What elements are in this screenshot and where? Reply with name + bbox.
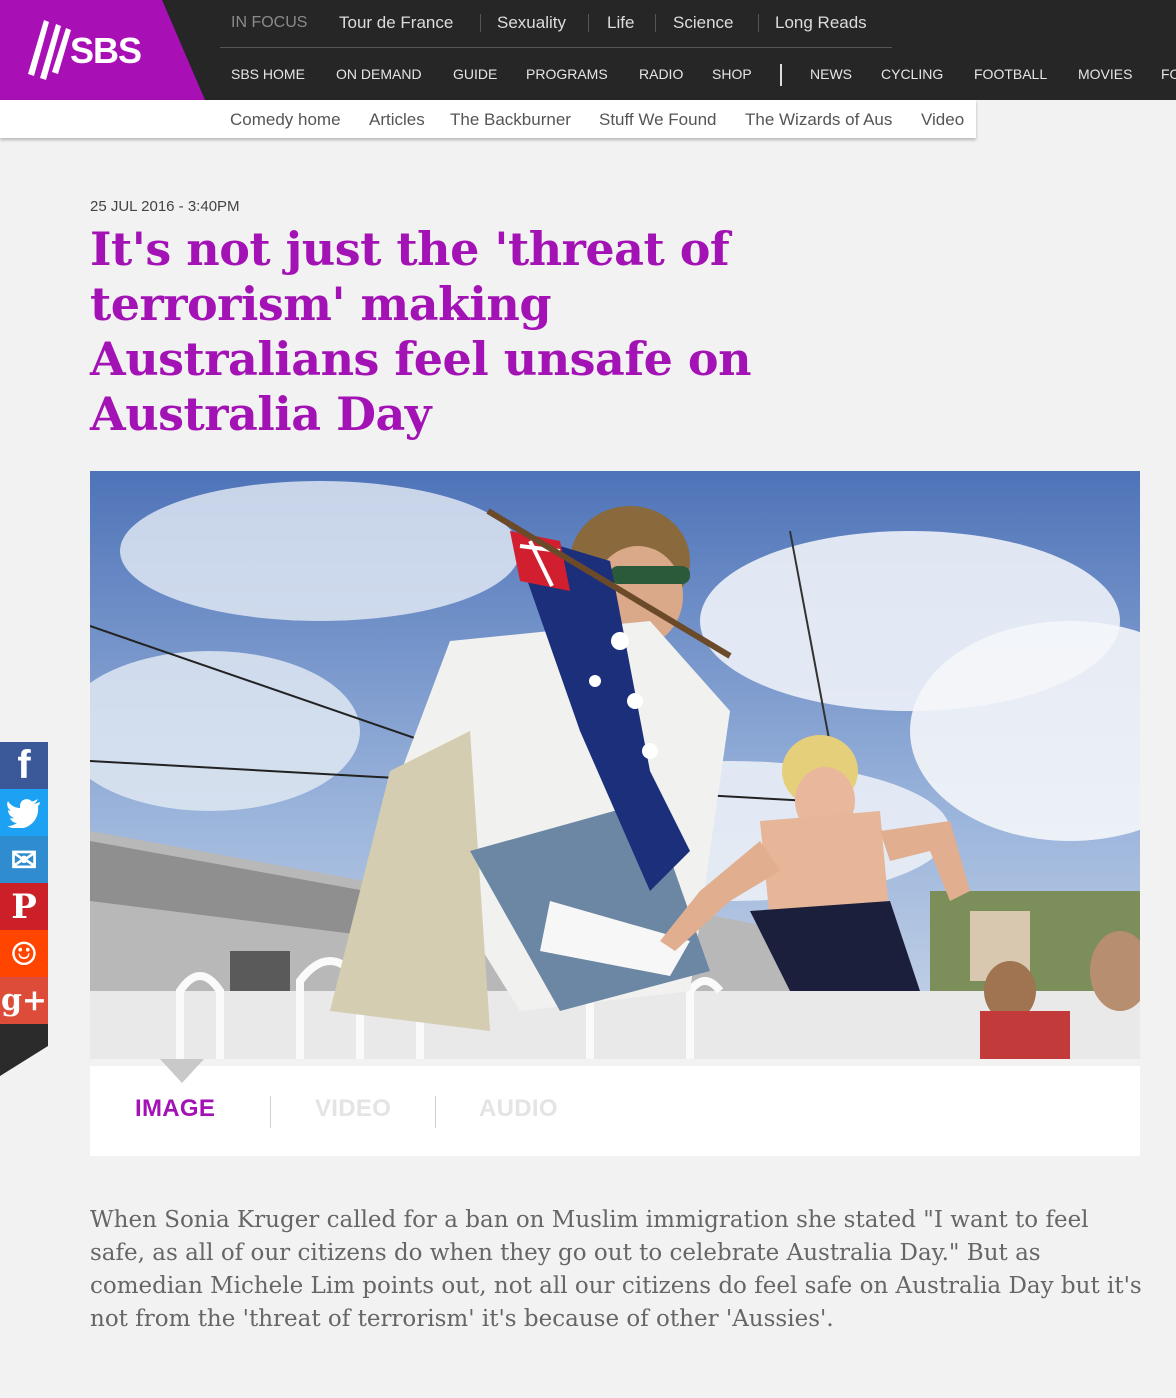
site-header: SBS IN FOCUS Tour de France Sexuality Li…	[0, 0, 1176, 100]
divider	[588, 14, 589, 32]
tab-divider	[435, 1096, 436, 1128]
share-rail-tail	[0, 1024, 48, 1076]
nav-shop[interactable]: SHOP	[712, 66, 752, 82]
nav-radio[interactable]: RADIO	[639, 66, 683, 82]
nav-on-demand[interactable]: ON DEMAND	[336, 66, 422, 82]
share-rail: f ✉ P ☺ g+	[0, 742, 48, 1076]
subnav-comedy-home[interactable]: Comedy home	[230, 110, 341, 130]
email-share-button[interactable]: ✉	[0, 836, 48, 883]
in-focus-label: IN FOCUS	[231, 14, 308, 31]
comedy-subnav: Comedy home Articles The Backburner Stuf…	[0, 100, 976, 138]
nav-cycling[interactable]: CYCLING	[881, 66, 943, 82]
google-plus-icon: g+	[0, 983, 48, 1018]
sbs-logo[interactable]: SBS	[0, 0, 205, 100]
nav-divider	[780, 64, 782, 86]
subnav-backburner[interactable]: The Backburner	[450, 110, 571, 130]
logo-text: SBS	[70, 30, 142, 71]
pinterest-share-button[interactable]: P	[0, 883, 48, 930]
tab-divider	[270, 1096, 271, 1128]
article-date: 25 JUL 2016 - 3:40PM	[90, 198, 240, 215]
media-tabs: IMAGE VIDEO AUDIO	[90, 1066, 1140, 1156]
subnav-stuff-we-found[interactable]: Stuff We Found	[599, 110, 717, 130]
hero-photo	[90, 471, 1140, 1059]
nav-more[interactable]: FO	[1161, 66, 1176, 82]
twitter-share-button[interactable]	[0, 789, 48, 836]
subnav-video[interactable]: Video	[921, 110, 964, 130]
hero-image[interactable]	[90, 471, 1140, 1059]
tab-audio[interactable]: AUDIO	[479, 1095, 558, 1123]
email-icon: ✉	[10, 840, 38, 879]
in-focus-link[interactable]: Science	[673, 13, 733, 33]
active-tab-pointer	[160, 1059, 204, 1083]
in-focus-bar: IN FOCUS Tour de France Sexuality Life S…	[220, 0, 892, 48]
facebook-share-button[interactable]: f	[0, 742, 48, 789]
pinterest-icon: P	[11, 886, 37, 927]
twitter-icon	[7, 798, 40, 828]
article-headline: It's not just the 'threat of terrorism' …	[90, 222, 752, 441]
google-plus-share-button[interactable]: g+	[0, 977, 48, 1024]
subnav-wizards-of-aus[interactable]: The Wizards of Aus	[745, 110, 892, 130]
nav-football[interactable]: FOOTBALL	[974, 66, 1047, 82]
reddit-share-button[interactable]: ☺	[0, 930, 48, 977]
subnav-articles[interactable]: Articles	[369, 110, 425, 130]
tab-image[interactable]: IMAGE	[135, 1095, 215, 1123]
facebook-icon: f	[17, 743, 31, 787]
nav-guide[interactable]: GUIDE	[453, 66, 497, 82]
nav-news[interactable]: NEWS	[810, 66, 852, 82]
article-standfirst: When Sonia Kruger called for a ban on Mu…	[90, 1207, 1142, 1332]
nav-programs[interactable]: PROGRAMS	[526, 66, 608, 82]
in-focus-link[interactable]: Life	[607, 13, 634, 33]
divider	[480, 14, 481, 32]
tab-video[interactable]: VIDEO	[315, 1095, 391, 1123]
in-focus-link[interactable]: Sexuality	[497, 13, 566, 33]
nav-movies[interactable]: MOVIES	[1078, 66, 1132, 82]
divider	[758, 14, 759, 32]
in-focus-link[interactable]: Tour de France	[339, 13, 453, 33]
divider	[655, 14, 656, 32]
reddit-icon: ☺	[9, 934, 39, 973]
in-focus-link[interactable]: Long Reads	[775, 13, 867, 33]
nav-sbs-home[interactable]: SBS HOME	[231, 66, 305, 82]
